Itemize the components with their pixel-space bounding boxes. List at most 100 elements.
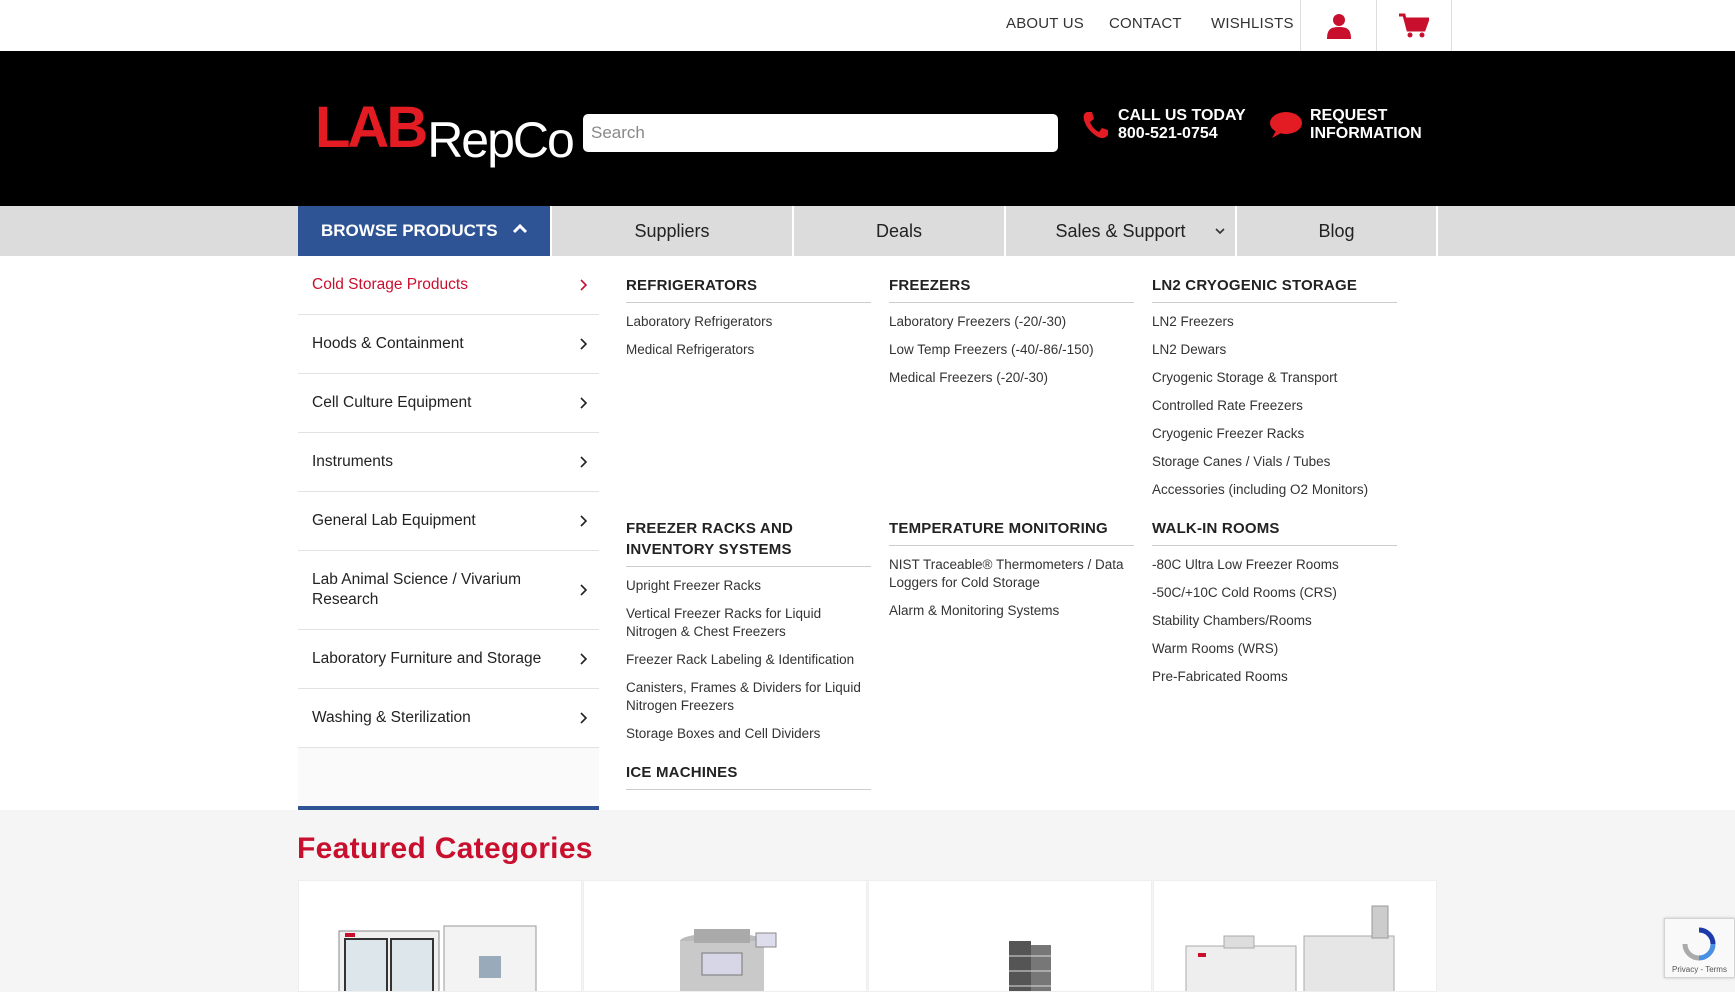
nav-deals-label: Deals [875, 220, 923, 241]
chevron-right-icon [580, 653, 587, 665]
nav-blog[interactable]: Blog [1235, 206, 1436, 256]
menu-link[interactable]: Laboratory Freezers (-20/-30) [889, 313, 1134, 331]
category-lab-furniture[interactable]: Laboratory Furniture and Storage [298, 630, 599, 689]
cart-button[interactable] [1376, 0, 1452, 51]
chevron-right-icon [580, 712, 587, 724]
category-lab-animal[interactable]: Lab Animal Science / Vivarium Research [298, 551, 599, 630]
menu-link[interactable]: Laboratory Refrigerators [626, 313, 871, 331]
account-button[interactable] [1300, 0, 1376, 51]
browse-products-label: BROWSE PRODUCTS [321, 221, 498, 240]
chevron-down-icon [1215, 228, 1225, 235]
logo-lab-text: LAB [315, 95, 428, 160]
category-instruments[interactable]: Instruments [298, 433, 599, 492]
phone-number: 800-521-0754 [1118, 125, 1218, 142]
chevron-right-icon [580, 456, 587, 468]
category-label: Cell Culture Equipment [312, 394, 472, 411]
menu-link[interactable]: Stability Chambers/Rooms [1152, 612, 1397, 630]
request-label-line2: INFORMATION [1310, 125, 1422, 142]
menu-link[interactable]: LN2 Dewars [1152, 341, 1397, 359]
nav-suppliers[interactable]: Suppliers [550, 206, 792, 256]
menu-link[interactable]: Warm Rooms (WRS) [1152, 640, 1397, 658]
menu-heading[interactable]: LN2 CRYOGENIC STORAGE [1152, 275, 1397, 303]
labrepco-logo[interactable]: LAB RepCo [315, 95, 575, 166]
request-information-link[interactable]: REQUEST INFORMATION [1268, 107, 1422, 143]
menu-link[interactable]: Low Temp Freezers (-40/-86/-150) [889, 341, 1134, 359]
menu-link[interactable]: Pre-Fabricated Rooms [1152, 668, 1397, 686]
category-label: Cold Storage Products [312, 276, 468, 293]
nav-blog-label: Blog [1318, 220, 1355, 241]
menu-column-freezer-racks: FREEZER RACKS AND INVENTORY SYSTEMS Upri… [626, 518, 871, 743]
menu-link[interactable]: LN2 Freezers [1152, 313, 1397, 331]
menu-link[interactable]: Cryogenic Storage & Transport [1152, 369, 1397, 387]
category-list-spacer [298, 748, 599, 808]
menu-link[interactable]: Storage Boxes and Cell Dividers [626, 725, 871, 743]
featured-card[interactable] [298, 880, 582, 992]
logo-repco-text: RepCo [427, 112, 575, 168]
recaptcha-badge[interactable]: Privacy - Terms [1664, 918, 1735, 978]
menu-link[interactable]: Vertical Freezer Racks for Liquid Nitrog… [626, 605, 871, 641]
about-us-link[interactable]: ABOUT US [1006, 15, 1084, 32]
chevron-right-icon [580, 279, 587, 291]
menu-heading[interactable]: FREEZERS [889, 275, 1134, 303]
category-cell-culture[interactable]: Cell Culture Equipment [298, 374, 599, 433]
cart-icon [1399, 13, 1429, 37]
category-label: Lab Animal Science / Vivarium Research [312, 571, 522, 608]
menu-link[interactable]: Freezer Rack Labeling & Identification [626, 651, 871, 669]
category-list: Cold Storage Products Hoods & Containmen… [298, 256, 599, 808]
category-label: Hoods & Containment [312, 335, 464, 352]
menu-link[interactable]: Alarm & Monitoring Systems [889, 602, 1134, 620]
menu-link[interactable]: Medical Refrigerators [626, 341, 871, 359]
freezer-rack-product-image [1009, 941, 1051, 991]
featured-card[interactable] [583, 880, 867, 992]
category-general-lab[interactable]: General Lab Equipment [298, 492, 599, 551]
call-us-label: CALL US TODAY [1118, 107, 1246, 124]
recaptcha-icon [1682, 927, 1716, 961]
nav-deals[interactable]: Deals [792, 206, 1004, 256]
chevron-right-icon [580, 515, 587, 527]
chevron-up-icon [512, 223, 528, 234]
featured-categories-title: Featured Categories [297, 832, 593, 865]
request-label-line1: REQUEST [1310, 107, 1388, 124]
wishlists-link[interactable]: WISHLISTS [1211, 15, 1294, 32]
menu-link[interactable]: -50C/+10C Cold Rooms (CRS) [1152, 584, 1397, 602]
featured-card[interactable] [1153, 880, 1437, 992]
search-input[interactable] [583, 114, 1058, 152]
category-cold-storage[interactable]: Cold Storage Products [298, 256, 599, 315]
top-utility-bar: ABOUT US CONTACT WISHLISTS [0, 0, 1735, 51]
menu-link[interactable]: Storage Canes / Vials / Tubes [1152, 453, 1397, 471]
account-icon [1326, 13, 1351, 39]
contact-link[interactable]: CONTACT [1109, 15, 1182, 32]
menu-heading[interactable]: ICE MACHINES [626, 762, 871, 790]
category-label: Instruments [312, 453, 393, 470]
menu-link[interactable]: Accessories (including O2 Monitors) [1152, 481, 1397, 499]
menu-heading[interactable]: REFRIGERATORS [626, 275, 871, 303]
menu-link[interactable]: Controlled Rate Freezers [1152, 397, 1397, 415]
main-nav: BROWSE PRODUCTS Suppliers Deals Sales & … [0, 206, 1735, 256]
menu-link[interactable]: Cryogenic Freezer Racks [1152, 425, 1397, 443]
browse-products-button[interactable]: BROWSE PRODUCTS [298, 206, 550, 256]
menu-column-refrigerators: REFRIGERATORS Laboratory Refrigerators M… [626, 275, 871, 359]
menu-column-temperature: TEMPERATURE MONITORING NIST Traceable® T… [889, 518, 1134, 620]
fume-hood-product-image [1185, 905, 1395, 991]
menu-heading[interactable]: WALK-IN ROOMS [1152, 518, 1397, 546]
recaptcha-terms[interactable]: Privacy - Terms [1672, 965, 1727, 974]
category-label: General Lab Equipment [312, 512, 476, 529]
nav-divider [1436, 206, 1438, 256]
menu-link[interactable]: Upright Freezer Racks [626, 577, 871, 595]
menu-link[interactable]: Medical Freezers (-20/-30) [889, 369, 1134, 387]
category-washing[interactable]: Washing & Sterilization [298, 689, 599, 748]
menu-heading[interactable]: TEMPERATURE MONITORING [889, 518, 1134, 546]
menu-link[interactable]: NIST Traceable® Thermometers / Data Logg… [889, 556, 1134, 592]
nav-sales-support[interactable]: Sales & Support [1004, 206, 1235, 256]
category-hoods[interactable]: Hoods & Containment [298, 315, 599, 374]
phone-icon [1083, 112, 1108, 139]
menu-heading[interactable]: FREEZER RACKS AND INVENTORY SYSTEMS [626, 518, 871, 567]
chevron-right-icon [580, 338, 587, 350]
menu-link[interactable]: Canisters, Frames & Dividers for Liquid … [626, 679, 871, 715]
menu-column-ln2: LN2 CRYOGENIC STORAGE LN2 Freezers LN2 D… [1152, 275, 1397, 499]
menu-link[interactable]: -80C Ultra Low Freezer Rooms [1152, 556, 1397, 574]
menu-column-ice-machines: ICE MACHINES [626, 762, 871, 790]
category-label: Laboratory Furniture and Storage [312, 650, 542, 667]
featured-card[interactable] [868, 880, 1152, 992]
call-us-link[interactable]: CALL US TODAY 800-521-0754 [1082, 107, 1246, 143]
